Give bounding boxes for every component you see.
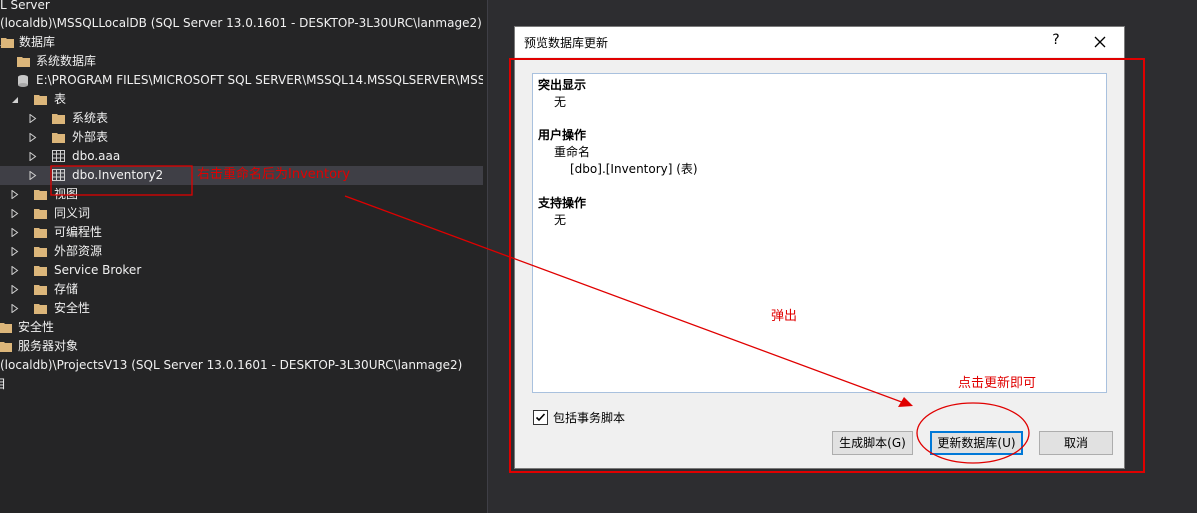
dialog-highlight-box <box>509 58 1145 473</box>
popup-annotation: 弹出 <box>771 309 798 324</box>
update-button-circle <box>916 402 1030 464</box>
rename-highlight-box <box>50 165 193 196</box>
rename-annotation: 右击重命名后为Inventory <box>197 167 351 182</box>
annotation-arrow-line <box>344 195 908 405</box>
annotation-overlay <box>50 58 1145 473</box>
click-annotation: 点击更新即可 <box>958 376 1037 391</box>
